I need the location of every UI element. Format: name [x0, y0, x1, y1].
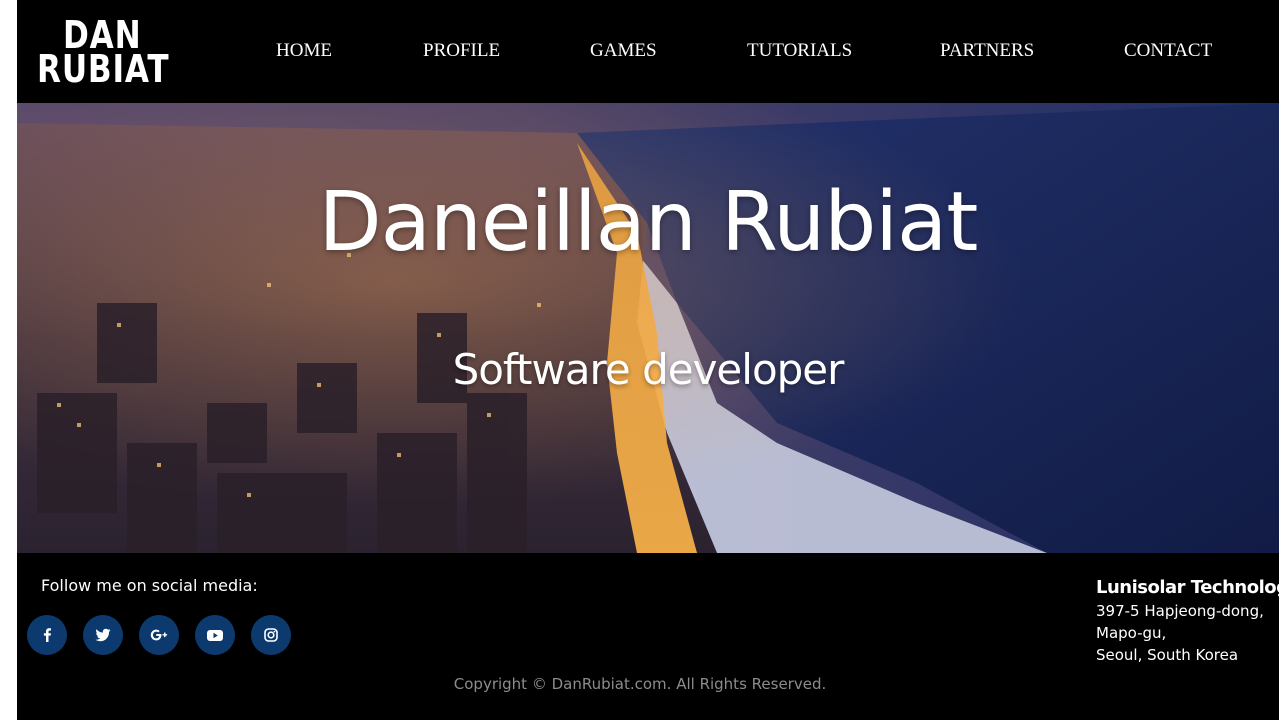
company-name: Lunisolar Technology: [1096, 577, 1279, 598]
facebook-icon: [43, 628, 51, 642]
google-plus-link[interactable]: [139, 615, 179, 655]
main-nav: HOME PROFILE GAMES TUTORIALS PARTNERS CO…: [17, 38, 1279, 64]
site-header: DAN RUBIAT HOME PROFILE GAMES TUTORIALS …: [17, 0, 1279, 103]
twitter-link[interactable]: [83, 615, 123, 655]
google-plus-icon: [150, 629, 168, 641]
company-address-line-2: Mapo-gu,: [1096, 624, 1167, 642]
twitter-icon: [95, 628, 111, 642]
nav-partners[interactable]: PARTNERS: [940, 38, 1034, 64]
nav-home[interactable]: HOME: [276, 38, 332, 64]
instagram-link[interactable]: [251, 615, 291, 655]
hero-banner: Daneillan Rubiat Software developer: [17, 103, 1279, 553]
copyright-text: Copyright © DanRubiat.com. All Rights Re…: [453, 675, 827, 693]
nav-profile[interactable]: PROFILE: [423, 38, 500, 64]
city-skyline-image: [17, 103, 1279, 553]
nav-contact[interactable]: CONTACT: [1124, 38, 1212, 64]
page: DAN RUBIAT HOME PROFILE GAMES TUTORIALS …: [17, 0, 1279, 720]
nav-tutorials[interactable]: TUTORIALS: [747, 38, 852, 64]
hero-title: Daneillan Rubiat: [318, 175, 979, 270]
site-footer: Follow me on social media: Lunisolar Tec…: [17, 553, 1279, 720]
nav-games[interactable]: GAMES: [590, 38, 657, 64]
facebook-link[interactable]: [27, 615, 67, 655]
youtube-link[interactable]: [195, 615, 235, 655]
youtube-icon: [207, 630, 223, 641]
company-address-line-1: 397-5 Hapjeong-dong,: [1096, 602, 1264, 620]
company-address-line-3: Seoul, South Korea: [1096, 646, 1239, 664]
hero-subtitle: Software developer: [452, 345, 845, 394]
follow-label: Follow me on social media:: [41, 576, 258, 595]
instagram-icon: [264, 628, 278, 642]
